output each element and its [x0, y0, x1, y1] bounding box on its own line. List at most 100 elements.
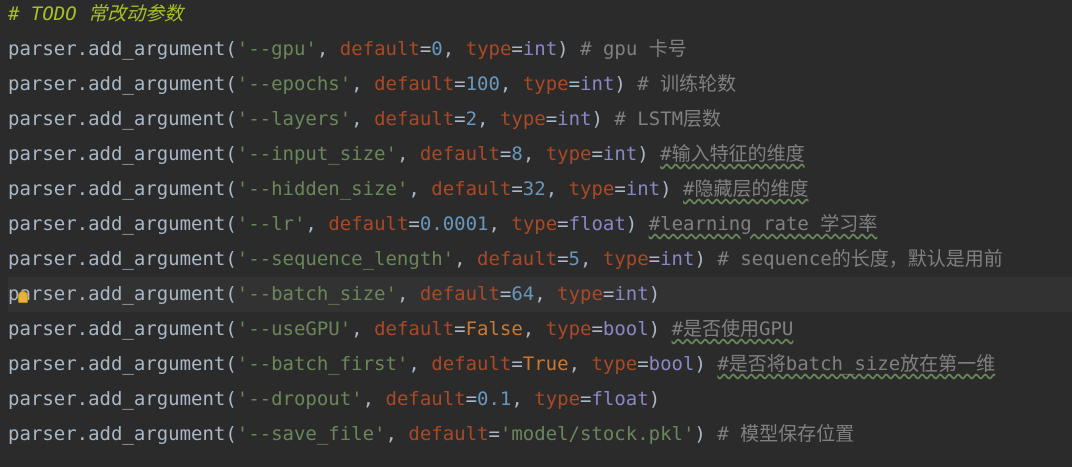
code-token: = [465, 388, 478, 410]
code-token: int [625, 178, 661, 200]
code-token: , [351, 318, 375, 340]
code-token: '--layers' [236, 108, 352, 130]
code-token: '--gpu' [236, 38, 317, 60]
code-token: = [511, 353, 523, 375]
code-token: 64 [511, 283, 535, 305]
code-line[interactable]: parser.add_argument('--save_file', defau… [8, 417, 1072, 452]
code-token: , [408, 353, 432, 375]
code-token: type [511, 213, 558, 235]
code-token: = [488, 423, 500, 445]
code-token: #learning rate 学习率 [648, 213, 878, 235]
code-token: = [557, 248, 569, 270]
code-token: ) [694, 248, 718, 270]
code-token: ) [648, 388, 661, 410]
code-token: default [385, 388, 466, 410]
code-token: = [637, 353, 649, 375]
code-token: , [351, 73, 375, 95]
code-token: '--epochs' [236, 73, 352, 95]
code-line[interactable]: parser.add_argument('--epochs', default=… [8, 67, 1072, 102]
code-token: int [614, 283, 649, 305]
code-token: float [568, 213, 626, 235]
code-token: int [602, 143, 638, 165]
code-token: ) [648, 283, 661, 305]
code-token: , [488, 213, 512, 235]
code-token: default [328, 213, 409, 235]
code-token: default [374, 108, 455, 130]
code-token: = [454, 318, 466, 340]
code-token: , [522, 318, 546, 340]
code-line[interactable]: parser.add_argument('--batch_size', defa… [8, 277, 1072, 312]
code-token: , [522, 143, 546, 165]
code-token: ) [694, 353, 718, 375]
code-token: , [454, 248, 478, 270]
code-token: type [499, 108, 546, 130]
code-token: default [408, 423, 489, 445]
code-line[interactable]: parser.add_argument('--gpu', default=0, … [8, 32, 1072, 67]
code-token: # LSTM层数 [614, 108, 722, 130]
code-token: = [511, 38, 523, 60]
code-token: parser.add_argument( [8, 318, 237, 340]
code-token: , [568, 353, 592, 375]
code-line[interactable]: # TODO 常改动参数 [8, 0, 1072, 32]
code-token: ) [625, 213, 649, 235]
code-editor[interactable]: # TODO 常改动参数 parser.add_argument('--gpu',… [0, 0, 1072, 467]
code-token: = [648, 248, 661, 270]
code-token: parser.add_argument( [8, 213, 237, 235]
code-token: 2 [465, 108, 478, 130]
code-token: 100 [465, 73, 500, 95]
code-token: , [580, 248, 603, 270]
code-line[interactable]: parser.add_argument('--layers', default=… [8, 102, 1072, 137]
code-token: = [614, 178, 626, 200]
code-token: parser.add_argument( [8, 248, 237, 270]
code-token: int [557, 108, 592, 130]
code-token: parser.add_argument( [8, 353, 237, 375]
code-token: '--useGPU' [236, 318, 352, 340]
code-token: '--sequence_length' [236, 248, 455, 270]
code-token: , [442, 38, 466, 60]
code-line[interactable]: parser.add_argument('--sequence_length',… [8, 242, 1072, 277]
code-token: '--input_size' [236, 143, 397, 165]
code-line[interactable]: parser.add_argument('--input_size', defa… [8, 137, 1072, 172]
code-token: 0 [431, 38, 443, 60]
code-token: type [591, 353, 638, 375]
code-token: , [499, 73, 523, 95]
code-token: = [602, 283, 615, 305]
code-token: # gpu 卡号 [580, 38, 687, 60]
code-token: = [499, 143, 512, 165]
code-token: ) [637, 143, 661, 165]
code-token: 'model/stock.pkl' [499, 423, 695, 445]
code-token: parser.add_argument( [8, 283, 237, 305]
lightbulb-icon[interactable] [18, 291, 28, 303]
code-line[interactable]: parser.add_argument('--useGPU', default=… [8, 312, 1072, 347]
code-token: , [534, 283, 558, 305]
code-token: '--batch_size' [236, 283, 397, 305]
code-token: bool [602, 318, 649, 340]
code-token: # 模型保存位置 [717, 423, 855, 445]
code-token: , [316, 38, 340, 60]
code-token: parser.add_argument( [8, 423, 237, 445]
code-token: '--lr' [236, 213, 306, 235]
code-token: type [557, 283, 603, 305]
code-token: , [385, 423, 409, 445]
code-token: 32 [522, 178, 546, 200]
code-line[interactable]: parser.add_argument('--batch_first', def… [8, 347, 1072, 382]
code-token: default [431, 178, 512, 200]
code-token: type [545, 143, 592, 165]
code-token: float [591, 388, 649, 410]
code-token: , [396, 283, 420, 305]
code-token: = [419, 38, 432, 60]
code-token: , [351, 108, 375, 130]
code-token: = [557, 213, 569, 235]
code-token: , [396, 143, 420, 165]
code-token: , [362, 388, 386, 410]
code-token: , [477, 108, 500, 130]
code-token: #是否将batch_size放在第一维 [717, 353, 996, 375]
code-line[interactable]: parser.add_argument('--lr', default=0.00… [8, 207, 1072, 242]
code-line[interactable]: parser.add_argument('--hidden_size', def… [8, 172, 1072, 207]
code-token: , [545, 178, 569, 200]
code-line[interactable]: parser.add_argument('--dropout', default… [8, 382, 1072, 417]
code-token: ) [591, 108, 615, 130]
code-token: '--hidden_size' [236, 178, 409, 200]
code-token: 8 [511, 143, 523, 165]
code-token: = [580, 388, 592, 410]
